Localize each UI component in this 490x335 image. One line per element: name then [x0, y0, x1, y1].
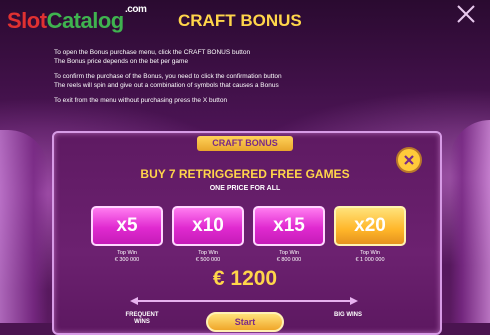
- big-wins-label: BIG WINS: [334, 312, 362, 318]
- top-win-value: € 500 000: [195, 256, 221, 263]
- info-line-4: The reels will spin and give out a combi…: [54, 81, 279, 89]
- info-line-2: The Bonus price depends on the bet per g…: [54, 57, 189, 65]
- volatility-arrow: [130, 297, 358, 305]
- left-decoration: [0, 130, 48, 323]
- info-line-5: To exit from the menu without purchasing…: [54, 97, 228, 104]
- top-win-value: € 1 000 000: [355, 256, 385, 263]
- logo-slot: Slot: [7, 8, 47, 33]
- page-title: CRAFT BONUS: [178, 11, 302, 30]
- multiplier-x20-button[interactable]: x20: [334, 206, 406, 246]
- panel-tab-label: CRAFT BONUS: [197, 136, 293, 151]
- close-icon[interactable]: [455, 3, 477, 25]
- top-win-x20: Top Win € 1 000 000: [334, 250, 406, 263]
- top-win-x15: Top Win € 800 000: [253, 250, 325, 263]
- info-text: To open the Bonus purchase menu, click t…: [54, 49, 384, 113]
- info-line-1: To open the Bonus purchase menu, click t…: [54, 49, 251, 56]
- slotcatalog-logo: SlotCatalog .com: [7, 4, 147, 34]
- multiplier-x10-button[interactable]: x10: [172, 206, 244, 246]
- right-decoration: [450, 120, 490, 323]
- logo-catalog: Catalog: [46, 8, 125, 33]
- info-line-3: To confirm the purchase of the Bonus, yo…: [54, 73, 282, 80]
- price-subheading: ONE PRICE FOR ALL: [209, 185, 281, 192]
- bonus-price: € 1200: [212, 267, 278, 290]
- top-win-value: € 800 000: [276, 256, 302, 263]
- multiplier-x5-button[interactable]: x5: [91, 206, 163, 246]
- start-button[interactable]: Start: [206, 312, 284, 332]
- buy-heading: BUY 7 RETRIGGERED FREE GAMES: [140, 167, 350, 181]
- top-win-x10: Top Win € 500 000: [172, 250, 244, 263]
- top-win-value: € 300 000: [114, 256, 140, 263]
- top-win-x5: Top Win € 300 000: [91, 250, 163, 263]
- multiplier-x15-button[interactable]: x15: [253, 206, 325, 246]
- logo-com: .com: [125, 4, 147, 15]
- frequent-wins-label: FREQUENT WINS: [125, 312, 159, 325]
